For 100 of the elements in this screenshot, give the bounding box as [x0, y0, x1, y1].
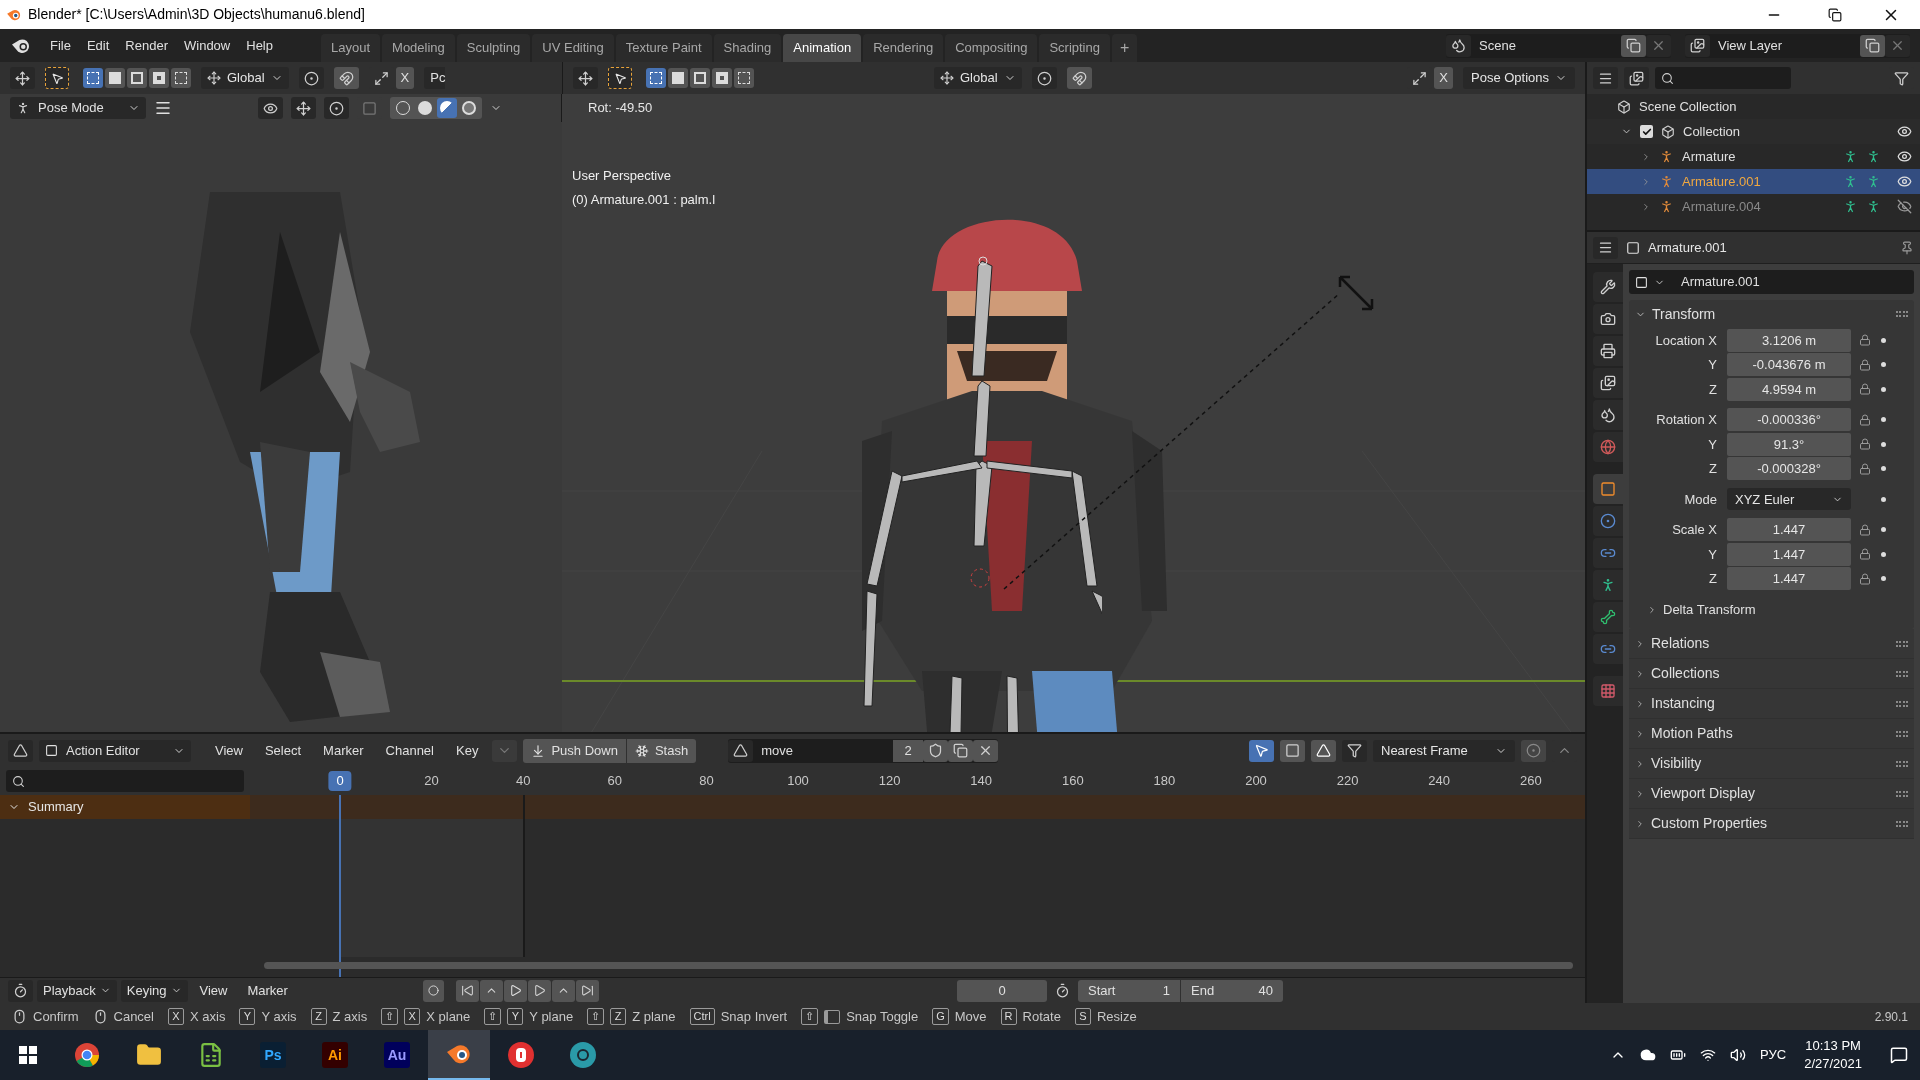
outliner-row[interactable]: Armature.004 [1587, 194, 1920, 219]
number-field[interactable]: 1.447 [1727, 567, 1851, 591]
menu-item[interactable]: File [42, 33, 79, 58]
menu-item[interactable]: Help [238, 33, 281, 58]
frame-number: 260 [1519, 772, 1542, 790]
panel-header[interactable]: Viewport Display [1629, 779, 1914, 809]
panel-header[interactable]: Collections [1629, 659, 1914, 689]
outliner-row[interactable]: Armature [1587, 144, 1920, 169]
panel-header[interactable]: Custom Properties [1629, 809, 1914, 839]
panel-title: Transform [1652, 304, 1716, 324]
operator-readout: Rot: -49.50 [588, 99, 653, 118]
workspace-tab[interactable]: Sculpting [456, 34, 531, 62]
datablock-field[interactable]: Armature.001 [1629, 270, 1914, 294]
menu-dropdown[interactable]: Playback [37, 979, 117, 1002]
keyboard-key: Y [507, 1008, 524, 1025]
menu-item[interactable]: Key [448, 739, 487, 762]
field-label: Y [1707, 545, 1718, 564]
keyboard-key: S [1074, 1008, 1091, 1025]
mirror-x-button[interactable]: X [395, 67, 415, 89]
outliner-item-label: Armature.001 [1682, 172, 1761, 191]
keyboard-key: X [404, 1008, 421, 1025]
transform-panel-header[interactable]: Transform [1629, 300, 1914, 328]
field-label: Mode [1683, 490, 1718, 509]
hint-label: Confirm [33, 1007, 79, 1026]
orientation-dropdown[interactable]: Global [934, 67, 1022, 89]
delta-transform-header[interactable]: Delta Transform [1629, 597, 1914, 623]
field-label: Z [1708, 380, 1718, 399]
menu-item[interactable]: Window [176, 33, 239, 58]
pose-options-dropdown[interactable]: Pose Options [1463, 67, 1575, 89]
number-field[interactable]: -0.043676 m [1727, 353, 1851, 377]
workspace-tab[interactable]: Texture Paint [615, 34, 712, 62]
panel-title: Viewport Display [1651, 784, 1755, 803]
menu-item[interactable]: Channel [377, 739, 442, 762]
hint-label: Move [954, 1007, 987, 1026]
number-field[interactable]: -0.000328° [1727, 457, 1851, 481]
taskbar-app[interactable]: Au [366, 1030, 428, 1080]
workspace-tab[interactable]: Layout [321, 34, 381, 62]
menu-item[interactable]: Render [117, 33, 176, 58]
current-frame-field[interactable]: 0 [957, 979, 1047, 1002]
menu-item[interactable]: View [191, 979, 236, 1002]
frame-number: 100 [787, 772, 809, 790]
outliner-row[interactable]: Armature.001 [1587, 169, 1920, 194]
menu-item[interactable]: View [207, 739, 251, 762]
hint-label: X axis [190, 1007, 226, 1026]
orientation-dropdown[interactable]: Global [201, 67, 289, 89]
language-indicator[interactable]: РУС [1760, 1045, 1787, 1065]
frame-number: 80 [699, 772, 714, 790]
outliner-item[interactable]: Collection [1683, 121, 1741, 142]
panel-title: Instancing [1651, 694, 1715, 713]
workspace-tab[interactable]: Animation [783, 34, 862, 62]
stash-button[interactable]: Stash [626, 738, 697, 763]
taskbar-app[interactable]: Ai [304, 1030, 366, 1080]
mode-dropdown[interactable]: Action Editor [39, 739, 191, 762]
add-workspace-button[interactable]: + [1111, 34, 1138, 62]
workspace-tab[interactable]: Rendering [863, 34, 944, 62]
menu-dropdown[interactable]: Keying [120, 979, 188, 1002]
taskbar-app[interactable]: Ps [242, 1030, 304, 1080]
panel-header[interactable]: Instancing [1629, 689, 1914, 719]
menu-item[interactable]: Marker [239, 979, 296, 1002]
number-field[interactable]: 91.3° [1727, 432, 1851, 456]
outliner-item-label: Armature.004 [1682, 197, 1761, 216]
panel-title: Custom Properties [1651, 814, 1767, 833]
snap-dropdown[interactable]: Nearest Frame [1373, 739, 1515, 762]
action-name-field[interactable]: move [753, 739, 894, 762]
workspace-tab[interactable]: Shading [713, 34, 782, 62]
panel-header[interactable]: Relations [1629, 629, 1914, 659]
menu-item[interactable]: Marker [315, 739, 372, 762]
workspace-tab[interactable]: Modeling [382, 34, 455, 62]
options-button[interactable]: Pc [424, 67, 446, 89]
number-field[interactable]: 1.447 [1727, 542, 1851, 566]
current-frame-marker[interactable]: 0 [328, 771, 352, 791]
number-field[interactable]: -0.000336° [1727, 408, 1851, 432]
frame-number: 160 [1061, 772, 1084, 790]
subpanel-title: Delta Transform [1663, 601, 1756, 620]
clock[interactable]: 10:13 PM 2/27/2021 [1800, 1037, 1866, 1073]
workspace-tab[interactable]: Scripting [1039, 34, 1110, 62]
panel-title: Visibility [1651, 754, 1702, 773]
outliner-item[interactable]: Scene Collection [1639, 96, 1737, 117]
number-field[interactable]: 1.447 [1727, 518, 1851, 542]
mode-dropdown[interactable]: XYZ Euler [1727, 488, 1851, 511]
user-count: 2 [893, 739, 924, 762]
push-down-button[interactable]: Push Down [523, 738, 626, 763]
viewport-view-name: User Perspective [572, 167, 672, 185]
number-field[interactable]: 4.9594 m [1727, 377, 1851, 401]
orientation-value: Global [227, 69, 265, 88]
field-label: Rotation X [1655, 411, 1718, 429]
end-frame-field[interactable]: End 40 [1181, 979, 1283, 1002]
panel-header[interactable]: Visibility [1629, 749, 1914, 779]
workspace-tab[interactable]: Compositing [945, 34, 1038, 62]
start-frame-field[interactable]: Start 1 [1078, 979, 1180, 1002]
panel-header[interactable]: Motion Paths [1629, 719, 1914, 749]
mirror-x-button[interactable]: X [1434, 67, 1453, 89]
keyboard-key: ⇧ [381, 1008, 399, 1025]
number-field[interactable]: 3.1206 m [1727, 328, 1851, 352]
menu-item[interactable]: Edit [78, 33, 118, 58]
workspace-tab[interactable]: UV Editing [532, 34, 614, 62]
menu-item[interactable]: Select [256, 739, 310, 762]
summary-channel[interactable]: Summary [0, 795, 250, 819]
main-viewport[interactable]: User Perspective (0) Armature.001 : palm.l [562, 121, 1585, 732]
mode-dropdown[interactable]: Pose Mode [10, 97, 146, 119]
